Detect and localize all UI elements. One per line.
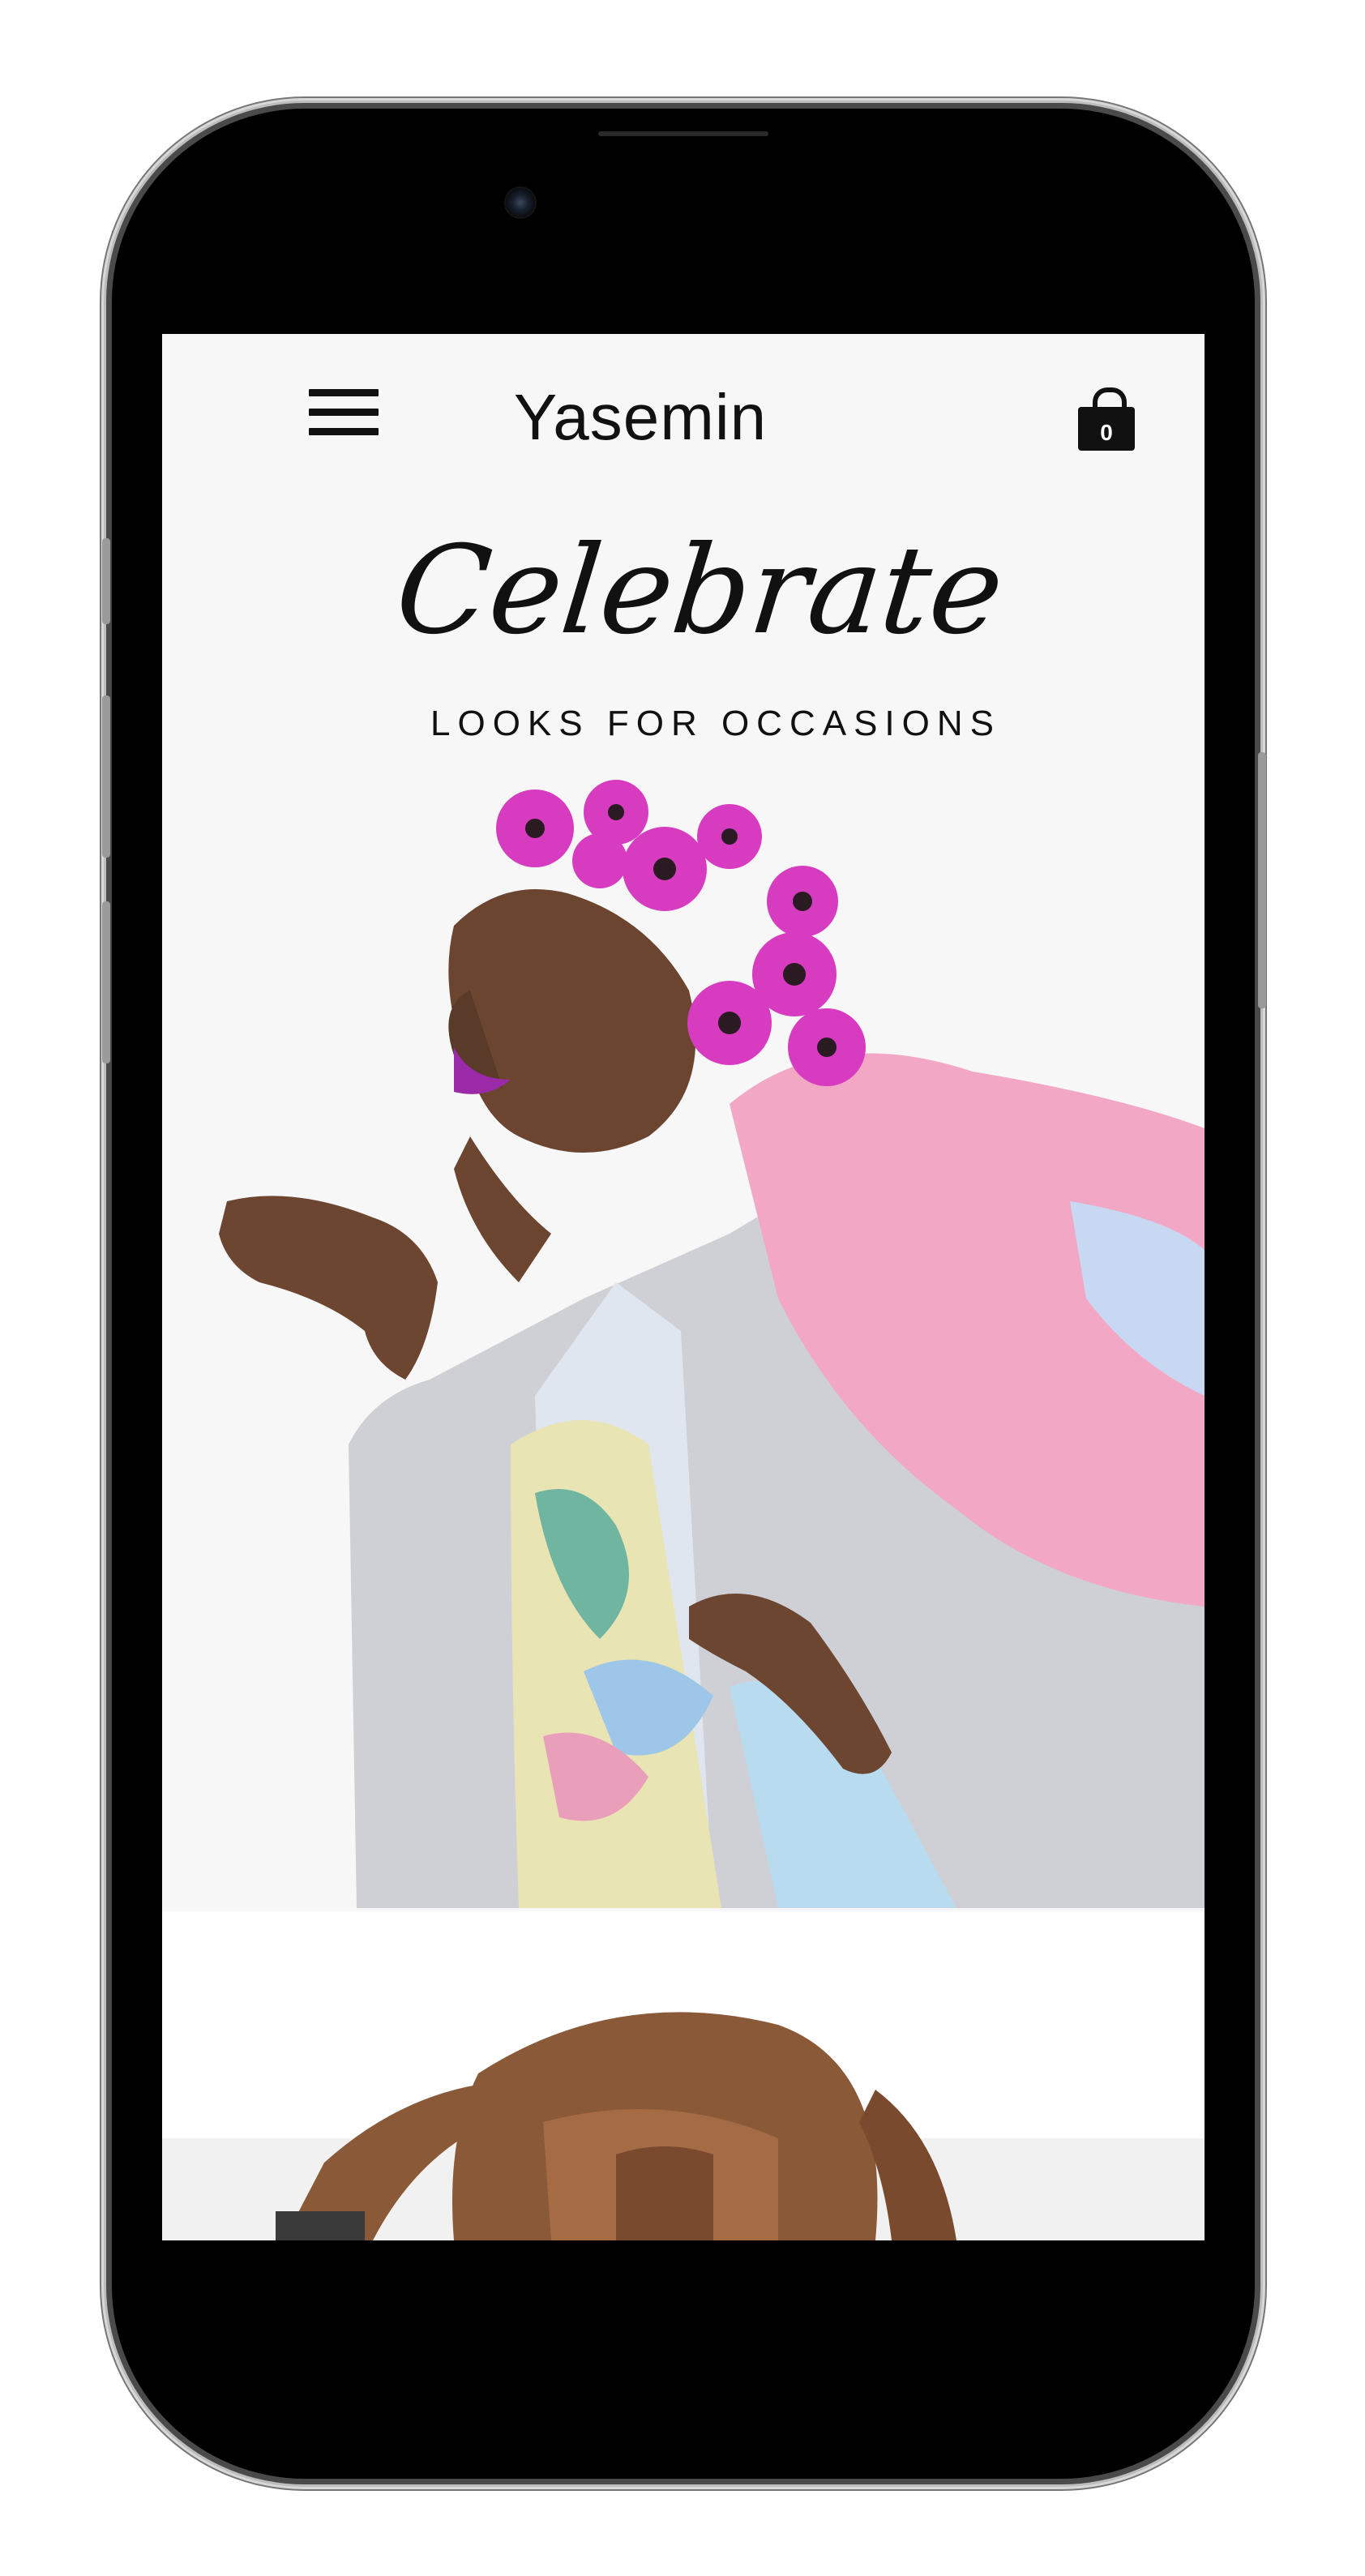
phone-frame: Yasemin 0 Celebrate LOOKS FOR OCCASIONS	[112, 109, 1255, 2479]
second-section	[162, 1911, 1205, 2240]
hero-subtitle: LOOKS FOR OCCASIONS	[430, 704, 1001, 743]
second-model-image[interactable]	[162, 1992, 1205, 2240]
brand-logo[interactable]: Yasemin	[486, 381, 794, 454]
power-button	[1258, 752, 1266, 1008]
speaker-grille	[598, 131, 768, 136]
app-screen: Yasemin 0 Celebrate LOOKS FOR OCCASIONS	[162, 334, 1205, 2240]
hero-title: Celebrate	[389, 520, 1010, 661]
volume-up-button	[102, 695, 110, 858]
site-header: Yasemin 0	[162, 334, 1205, 472]
shopping-bag-icon[interactable]: 0	[1078, 387, 1135, 451]
cart-count-badge: 0	[1100, 420, 1113, 445]
front-camera	[504, 186, 537, 219]
volume-down-button	[102, 901, 110, 1063]
hero-model-image[interactable]	[162, 780, 1205, 1908]
silent-switch	[102, 538, 110, 624]
hamburger-menu-icon[interactable]	[309, 389, 379, 439]
